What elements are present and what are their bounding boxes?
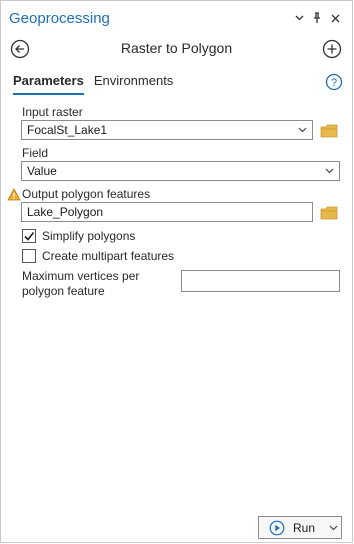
chevron-down-icon	[298, 127, 307, 133]
field-label: Field	[22, 146, 49, 160]
svg-text:?: ?	[331, 77, 337, 89]
add-button[interactable]	[321, 38, 343, 60]
pane-titlebar: Geoprocessing	[1, 1, 352, 35]
max-vertices-input[interactable]	[181, 270, 340, 292]
simplify-polygons-checkbox[interactable]	[22, 229, 36, 243]
close-icon[interactable]	[329, 10, 341, 26]
add-circle-icon	[322, 39, 342, 59]
input-raster-dropdown[interactable]: FocalSt_Lake1	[21, 120, 313, 140]
field-value: Value	[27, 164, 57, 178]
tab-bar: Parameters Environments	[13, 73, 173, 95]
folder-icon	[320, 124, 338, 138]
pane-title: Geoprocessing	[9, 10, 110, 27]
run-label: Run	[293, 520, 316, 535]
field-dropdown[interactable]: Value	[21, 161, 340, 181]
play-icon	[269, 520, 285, 535]
warning-icon	[7, 188, 21, 201]
create-multipart-checkbox[interactable]	[22, 249, 36, 263]
help-button[interactable]: ?	[325, 73, 343, 91]
pin-icon[interactable]	[311, 10, 323, 26]
simplify-polygons-label: Simplify polygons	[42, 229, 136, 243]
run-button[interactable]: Run	[258, 516, 342, 539]
geoprocessing-pane: Geoprocessing Raster to Polygon Paramete…	[0, 0, 353, 543]
folder-icon	[320, 206, 338, 220]
output-features-input[interactable]: Lake_Polygon	[21, 202, 313, 222]
tab-parameters[interactable]: Parameters	[13, 73, 84, 95]
input-raster-label: Input raster	[22, 105, 83, 119]
output-features-value: Lake_Polygon	[27, 205, 104, 219]
output-features-label: Output polygon features	[22, 187, 151, 201]
tool-navbar: Raster to Polygon	[1, 35, 352, 63]
chevron-down-icon	[325, 168, 334, 174]
tab-environments[interactable]: Environments	[94, 73, 173, 95]
create-multipart-label: Create multipart features	[42, 249, 175, 263]
input-raster-value: FocalSt_Lake1	[27, 123, 108, 137]
pane-options-chevron-icon[interactable]	[293, 10, 305, 26]
input-raster-browse-button[interactable]	[320, 124, 338, 138]
max-vertices-label: Maximum vertices per polygon feature	[22, 269, 140, 298]
tool-title: Raster to Polygon	[120, 40, 233, 56]
output-browse-button[interactable]	[320, 206, 338, 220]
run-options-chevron-icon[interactable]	[329, 525, 338, 531]
help-icon: ?	[325, 73, 343, 91]
checkmark-icon	[24, 232, 35, 241]
